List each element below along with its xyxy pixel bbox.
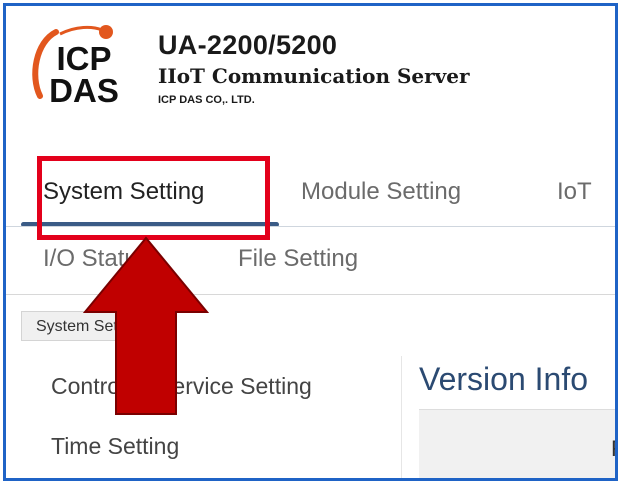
menu-time-setting[interactable]: Time Setting	[51, 433, 179, 460]
tab-file-setting[interactable]: File Setting	[238, 245, 358, 273]
company-name: ICP DAS CO,. LTD.	[158, 94, 255, 106]
logo-line2: DAS	[49, 72, 119, 109]
product-subtitle: IIoT Communication Server	[158, 64, 470, 88]
page-title: Version Info	[419, 361, 588, 397]
highlight-box	[37, 156, 270, 240]
tab-iot[interactable]: IoT	[557, 178, 592, 206]
table-header-row: F	[419, 409, 615, 478]
up-arrow-icon	[81, 236, 211, 416]
app-header: ICP DAS UA-2200/5200 IIoT Communication …	[6, 6, 615, 116]
tab-module-setting[interactable]: Module Setting	[301, 178, 461, 206]
icpdas-logo-icon: ICP DAS	[26, 24, 144, 110]
product-title: UA-2200/5200	[158, 30, 338, 60]
screenshot-frame: ICP DAS UA-2200/5200 IIoT Communication …	[3, 3, 618, 481]
table-header-cell: F	[611, 436, 615, 462]
panel-separator	[401, 356, 402, 478]
